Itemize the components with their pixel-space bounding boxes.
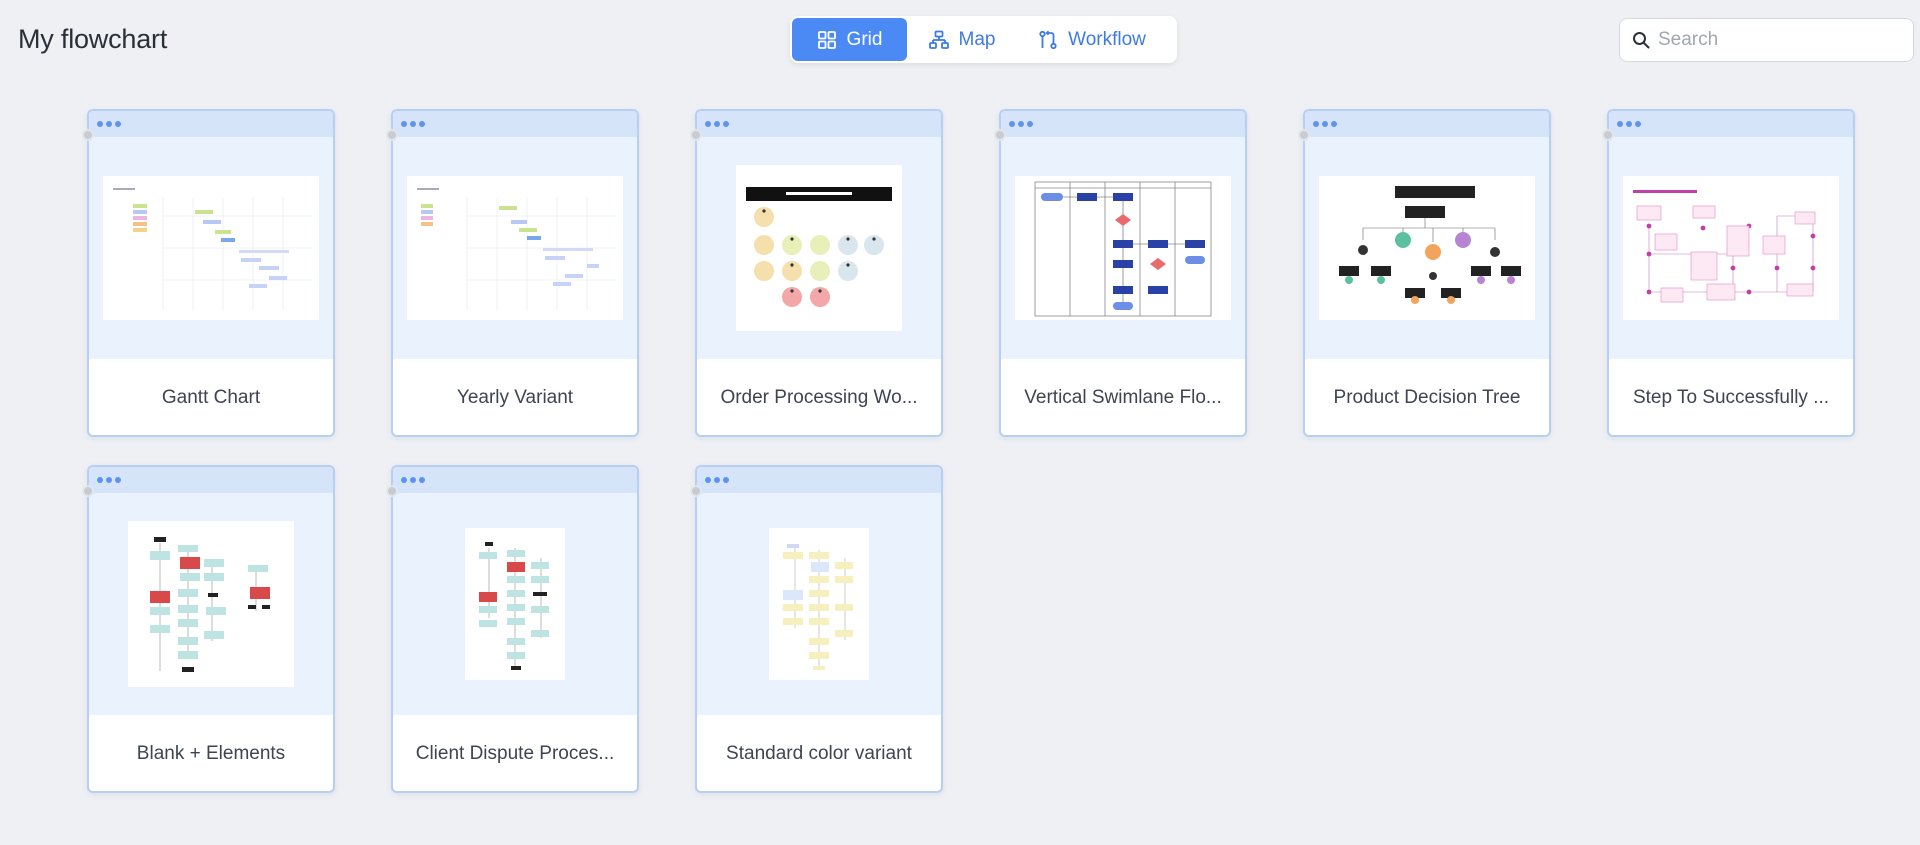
card-pin — [386, 485, 398, 497]
view-switch: Grid Map Workflow — [790, 16, 1177, 63]
workflow-view-button[interactable]: Workflow — [1017, 18, 1167, 61]
search-input[interactable] — [1658, 29, 1898, 51]
card-header — [393, 467, 637, 493]
card-pin — [82, 485, 94, 497]
card-pin — [690, 485, 702, 497]
card-header — [89, 111, 333, 137]
card-pin — [1298, 129, 1310, 141]
card-pin — [690, 129, 702, 141]
decision-tree-thumbnail — [1319, 176, 1535, 320]
red-teal-flow-thumbnail — [465, 528, 565, 680]
template-card[interactable]: Blank + Elements — [87, 465, 335, 793]
card-header — [1305, 111, 1549, 137]
card-thumbnail — [1305, 137, 1549, 359]
red-teal-flow-thumbnail — [128, 521, 294, 687]
card-pin — [386, 129, 398, 141]
sitemap-icon — [928, 30, 949, 49]
yellow-flow-thumbnail — [769, 528, 869, 680]
grid-view-label: Grid — [846, 28, 883, 50]
template-card[interactable]: Yearly Variant — [391, 109, 639, 437]
card-pin — [1602, 129, 1614, 141]
card-header — [89, 467, 333, 493]
grid-icon — [817, 30, 836, 49]
card-thumbnail — [697, 137, 941, 359]
template-card[interactable]: Standard color variant — [695, 465, 943, 793]
card-thumbnail — [393, 137, 637, 359]
card-thumbnail — [89, 137, 333, 359]
template-card[interactable]: Gantt Chart — [87, 109, 335, 437]
page-title: My flowchart — [18, 24, 168, 54]
card-title: Vertical Swimlane Flo... — [1024, 387, 1222, 408]
card-title: Blank + Elements — [136, 743, 286, 764]
search-box[interactable] — [1619, 18, 1914, 62]
template-card[interactable]: Product Decision Tree — [1303, 109, 1551, 437]
card-title: Standard color variant — [726, 743, 912, 764]
card-title: Order Processing Wo... — [720, 387, 918, 408]
card-header — [1001, 111, 1245, 137]
template-card[interactable]: Step To Successfully ... — [1607, 109, 1855, 437]
pink-flow-thumbnail — [1623, 176, 1839, 320]
card-header — [393, 111, 637, 137]
gantt-chart-thumbnail — [103, 176, 319, 320]
card-thumbnail — [1001, 137, 1245, 359]
card-header — [697, 111, 941, 137]
card-thumbnail — [393, 493, 637, 715]
circle-workflow-thumbnail — [736, 165, 902, 331]
swimlane-thumbnail — [1015, 176, 1231, 320]
card-thumbnail — [697, 493, 941, 715]
card-header — [1609, 111, 1853, 137]
workflow-view-label: Workflow — [1068, 28, 1146, 50]
card-title: Client Dispute Proces... — [415, 743, 615, 764]
template-card[interactable]: Order Processing Wo... — [695, 109, 943, 437]
template-card[interactable]: Vertical Swimlane Flo... — [999, 109, 1247, 437]
template-card[interactable]: Client Dispute Proces... — [391, 465, 639, 793]
card-title: Gantt Chart — [161, 387, 261, 408]
map-view-button[interactable]: Map — [907, 18, 1017, 61]
card-header — [697, 467, 941, 493]
map-view-label: Map — [958, 28, 996, 50]
gantt-chart-thumbnail — [407, 176, 623, 320]
card-title: Yearly Variant — [456, 387, 574, 408]
card-title: Product Decision Tree — [1333, 387, 1521, 408]
workflow-icon — [1039, 30, 1057, 49]
card-pin — [994, 129, 1006, 141]
search-icon — [1633, 32, 1650, 49]
grid-view-button[interactable]: Grid — [792, 18, 907, 61]
card-pin — [82, 129, 94, 141]
card-title: Step To Successfully ... — [1632, 387, 1830, 408]
card-thumbnail — [89, 493, 333, 715]
card-thumbnail — [1609, 137, 1853, 359]
